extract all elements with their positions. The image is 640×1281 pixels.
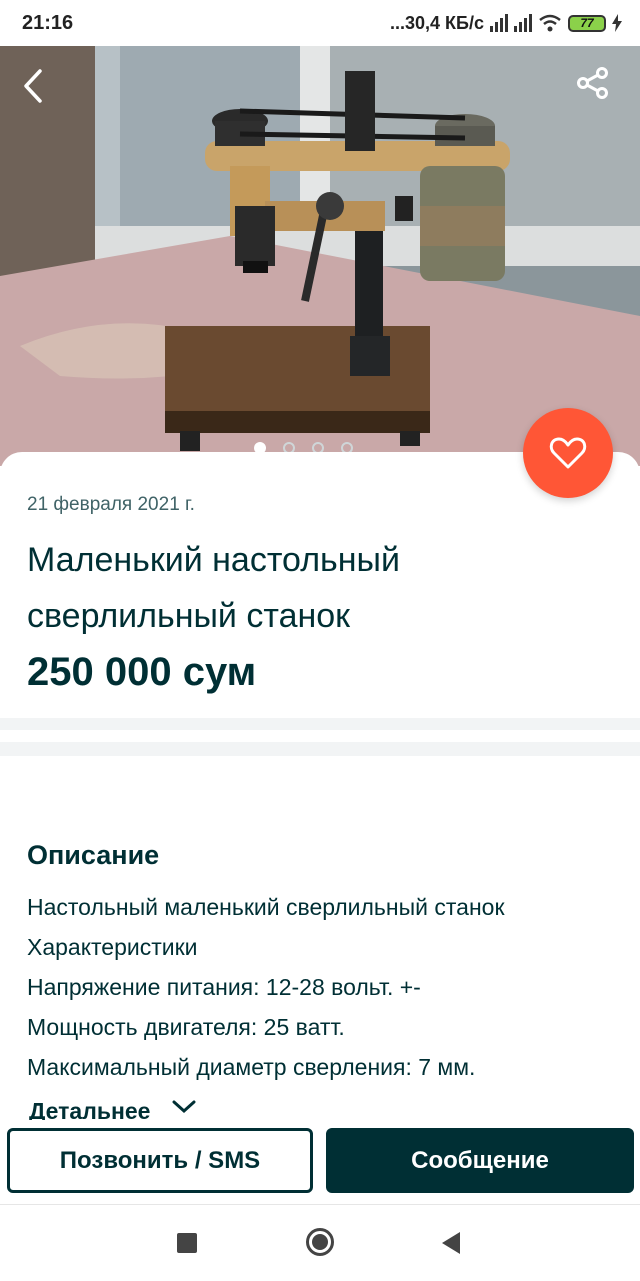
description-line: Мощность двигателя: 25 ватт. [27, 1014, 345, 1040]
call-sms-button[interactable]: Позвонить / SMS [7, 1128, 313, 1193]
heart-icon [549, 437, 587, 469]
chevron-down-icon [172, 1100, 196, 1114]
action-bar: Позвонить / SMS Сообщение [0, 1120, 640, 1204]
message-button[interactable]: Сообщение [326, 1128, 634, 1193]
battery-icon: 77 [568, 14, 606, 32]
wifi-icon [539, 14, 561, 32]
share-icon [577, 67, 608, 99]
chevron-left-icon [24, 69, 42, 103]
recent-apps-icon[interactable] [177, 1233, 197, 1253]
section-divider [0, 718, 640, 730]
status-time: 21:16 [22, 11, 74, 34]
signal-icon [490, 14, 508, 32]
description-line: Настольный маленький сверлильный станок [27, 894, 505, 920]
system-navigation-bar [0, 1204, 640, 1281]
home-icon[interactable] [306, 1228, 334, 1256]
listing-photo [0, 46, 640, 466]
share-button[interactable] [576, 66, 624, 114]
listing-title: Маленький настольный сверлильный станок [27, 541, 400, 635]
description-line: Характеристики [27, 934, 198, 960]
listing-price: 250 000 сум [27, 650, 257, 694]
back-button[interactable] [22, 68, 70, 116]
network-speed: ...30,4 КБ/с [390, 12, 484, 33]
back-triangle-icon[interactable] [442, 1232, 460, 1254]
charging-icon [612, 14, 622, 32]
listing-date: 21 февраля 2021 г. [27, 494, 195, 515]
description-heading: Описание [27, 840, 160, 870]
description-line: Напряжение питания: 12-28 вольт. +- [27, 974, 421, 1000]
description-line: Максимальный диаметр сверления: 7 мм. [27, 1054, 476, 1080]
status-indicators: ...30,4 КБ/с 77 [390, 13, 622, 34]
signal-icon-2 [514, 14, 532, 32]
listing-photo-gallery[interactable] [0, 46, 640, 466]
section-divider [0, 742, 640, 756]
favorite-button[interactable] [523, 408, 613, 498]
description-text: Настольный маленький сверлильный станок … [27, 887, 617, 1087]
status-bar: 21:16 ...30,4 КБ/с 77 [0, 0, 640, 46]
